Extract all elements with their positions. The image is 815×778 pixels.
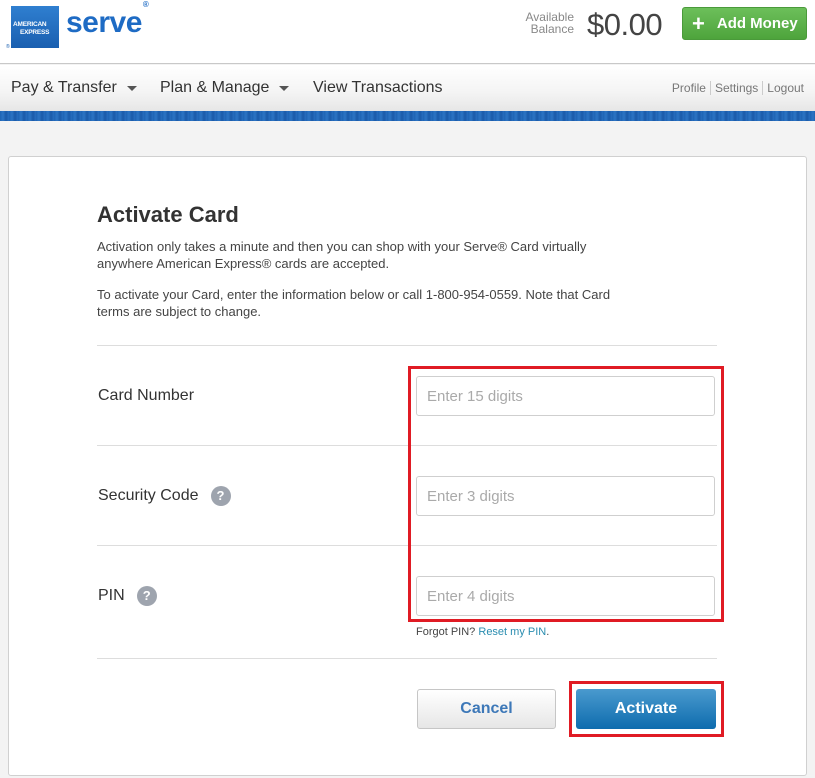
pin-label: PIN ? [98, 586, 157, 606]
chevron-down-icon [279, 85, 290, 91]
card-number-input[interactable] [416, 376, 715, 416]
utility-links: Profile Settings Logout [668, 81, 808, 95]
registered-mark: ® [6, 44, 10, 50]
serve-registered-mark: ® [142, 0, 149, 9]
pin-label-text: PIN [98, 587, 125, 604]
security-code-label: Security Code ? [98, 486, 231, 506]
nav-plan-manage[interactable]: Plan & Manage [160, 79, 290, 97]
activate-button[interactable]: Activate [576, 689, 716, 729]
add-money-button[interactable]: + Add Money [682, 7, 807, 40]
divider [97, 658, 717, 659]
decorative-blue-band [0, 111, 815, 121]
card-number-label: Card Number [98, 387, 194, 405]
card-number-label-text: Card Number [98, 387, 195, 404]
balance-amount: $0.00 [587, 7, 663, 42]
divider [97, 345, 717, 346]
amex-logo[interactable]: AMERICAN EXPRESS [11, 6, 59, 48]
forgot-pin-text: Forgot PIN? Reset my PIN. [416, 626, 549, 638]
help-icon[interactable]: ? [210, 486, 231, 506]
cancel-button[interactable]: Cancel [417, 689, 556, 729]
serve-logo-text: serve [66, 6, 142, 39]
reset-pin-suffix: . [546, 626, 550, 638]
divider [97, 545, 717, 546]
main-nav: Pay & Transfer Plan & Manage View Transa… [0, 65, 815, 111]
help-icon[interactable]: ? [136, 586, 157, 606]
intro-text: Activation only takes a minute and then … [97, 239, 587, 271]
available-balance-label: Available Balance [520, 11, 574, 35]
nav-view-transactions-label: View Transactions [313, 79, 443, 96]
nav-plan-manage-label: Plan & Manage [160, 79, 270, 96]
security-code-input[interactable] [416, 476, 715, 516]
activation-instructions: To activate your Card, enter the informa… [97, 287, 611, 319]
pin-input[interactable] [416, 576, 715, 616]
settings-link[interactable]: Settings [709, 81, 762, 95]
top-header: AMERICAN EXPRESS ® serve® Available Bala… [0, 0, 815, 64]
logout-link[interactable]: Logout [762, 81, 808, 95]
forgot-pin-label: Forgot PIN? [416, 626, 476, 638]
nav-pay-transfer[interactable]: Pay & Transfer [11, 79, 137, 97]
amex-logo-text-top: AMERICAN [13, 21, 47, 28]
divider [97, 445, 717, 446]
add-money-label: Add Money [716, 15, 798, 32]
nav-view-transactions[interactable]: View Transactions [313, 79, 443, 97]
reset-pin-link[interactable]: Reset my PIN [478, 626, 546, 638]
nav-pay-transfer-label: Pay & Transfer [11, 79, 117, 96]
plus-icon: + [692, 10, 705, 36]
chevron-down-icon [126, 85, 137, 91]
security-code-label-text: Security Code [98, 487, 199, 504]
balance-label-line2: Balance [530, 22, 574, 36]
page-title: Activate Card [97, 202, 239, 227]
amex-logo-text-bottom: EXPRESS [20, 29, 50, 36]
serve-logo[interactable]: serve® [66, 0, 149, 40]
profile-link[interactable]: Profile [668, 81, 710, 95]
